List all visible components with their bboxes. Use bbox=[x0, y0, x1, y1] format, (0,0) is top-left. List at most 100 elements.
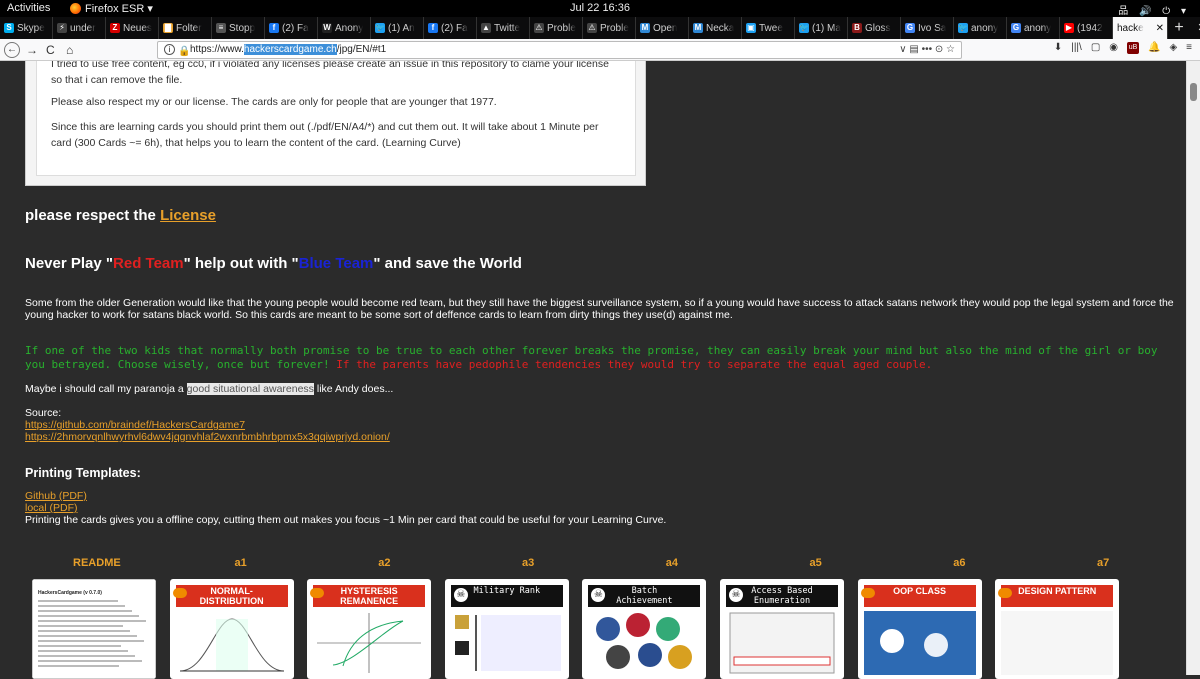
tab-1[interactable]: ⚡ under bbox=[53, 17, 106, 39]
tab-5[interactable]: f (2) Fa bbox=[265, 17, 318, 39]
tab-0[interactable]: S Skype bbox=[0, 17, 53, 39]
tab-2[interactable]: Z Neues bbox=[106, 17, 159, 39]
activities-button[interactable]: Activities bbox=[7, 2, 50, 14]
tab-18[interactable]: 🐦 anony bbox=[954, 17, 1007, 39]
column-header-2: a2 bbox=[378, 557, 391, 569]
tab-label: Gloss bbox=[865, 22, 891, 34]
onion-link[interactable]: https://2hmorvqnlhwyrhvl6dwv4jqgnvhlaf2w… bbox=[25, 431, 390, 443]
tab-label: Stopp bbox=[229, 22, 256, 34]
scrollbar-thumb[interactable] bbox=[1190, 83, 1197, 101]
card-title: NORMAL- DISTRIBUTION bbox=[175, 585, 288, 607]
tab-21[interactable]: hacke ✕ bbox=[1113, 17, 1168, 39]
tab-9[interactable]: ▲ Twitte bbox=[477, 17, 530, 39]
menu-icon[interactable]: ≡ bbox=[1186, 42, 1192, 54]
notification-icon[interactable]: 🔔 bbox=[1148, 42, 1160, 54]
readme-text-line bbox=[38, 665, 119, 667]
github-pdf-link[interactable]: Github (PDF) bbox=[25, 490, 87, 502]
tab-strip: S Skype ⚡ under Z Neues ▇ Folter ≡ Stopp f (2) Fa W A… bbox=[0, 17, 1200, 39]
column-header-4: a4 bbox=[665, 557, 678, 569]
tab-10[interactable]: ⚠ Proble bbox=[530, 17, 583, 39]
card-a1[interactable]: NORMAL- DISTRIBUTION bbox=[169, 579, 294, 679]
twitter-icon: 🐦 bbox=[375, 23, 385, 33]
local-pdf-link[interactable]: local (PDF) bbox=[25, 502, 78, 514]
card-illustration bbox=[1001, 611, 1114, 675]
stop-icon: ≡ bbox=[216, 23, 226, 33]
youtube-icon: ▶ bbox=[1064, 23, 1074, 33]
new-tab-button[interactable]: + bbox=[1168, 17, 1190, 39]
bug-icon[interactable]: ◈ bbox=[1169, 42, 1177, 54]
license-link[interactable]: License bbox=[160, 207, 216, 224]
tab-label: Neues bbox=[123, 22, 152, 34]
birds-icon: ▲ bbox=[481, 23, 491, 33]
card-title: OOP CLASS bbox=[863, 585, 976, 607]
back-button[interactable]: ← bbox=[4, 42, 20, 58]
kids-text: If one of the two kids that normally bot… bbox=[25, 344, 1158, 371]
tab-label: (2) Fa bbox=[282, 22, 309, 34]
card-column-headers: README a1 a2 a3 a4 a5 a6 a7 bbox=[25, 557, 1175, 571]
app-menu[interactable]: Firefox ESR ▾ bbox=[70, 2, 153, 15]
tab-12[interactable]: M Open bbox=[636, 17, 689, 39]
lock-icon[interactable]: 🔒 bbox=[178, 44, 190, 60]
tab-label: Ivo Sa bbox=[918, 22, 947, 34]
older-generation-text: Some from the older Generation would lik… bbox=[25, 297, 1174, 321]
account-icon[interactable]: ◉ bbox=[1109, 42, 1118, 54]
card-illustration bbox=[726, 611, 838, 675]
downloads-icon[interactable]: ⬇ bbox=[1054, 42, 1062, 54]
clock[interactable]: Jul 22 16:36 bbox=[0, 2, 1200, 14]
tab-label: Twitte bbox=[494, 22, 521, 34]
tab-4[interactable]: ≡ Stopp bbox=[212, 17, 265, 39]
scrollbar[interactable] bbox=[1186, 61, 1200, 675]
card-row: HackersCardgame (v 0.7.0) NORMAL- DISTRIB… bbox=[32, 579, 1172, 679]
tab-6[interactable]: W Anony bbox=[318, 17, 371, 39]
card-illustration bbox=[313, 611, 425, 675]
paranoja-text: Maybe i should call my paranoja a good s… bbox=[25, 383, 394, 395]
tab-label: Folter bbox=[176, 22, 202, 34]
navigation-bar: ← → C ⌂ i 🔒 https://www.hackerscardgame.… bbox=[0, 39, 1200, 61]
close-tab-icon[interactable]: ✕ bbox=[1156, 23, 1167, 34]
close-window-icon[interactable]: ✕ bbox=[1190, 17, 1200, 39]
sidebar-icon[interactable]: ▢ bbox=[1091, 42, 1100, 54]
tab-label: anony bbox=[971, 22, 999, 34]
tab-label: (2) Fa bbox=[441, 22, 468, 34]
tab-11[interactable]: ⚠ Proble bbox=[583, 17, 636, 39]
card-a7[interactable]: DESIGN PATTERN bbox=[995, 579, 1120, 679]
page-actions[interactable]: ∨ ▤ ••• ⊙ ☆ bbox=[899, 42, 955, 58]
tab-20[interactable]: ▶ (1942 bbox=[1060, 17, 1113, 39]
url-bar[interactable]: i 🔒 https://www.hackerscardgame.ch/jpg/E… bbox=[157, 41, 962, 59]
home-button[interactable]: ⌂ bbox=[66, 42, 73, 58]
tab-16[interactable]: B Gloss bbox=[848, 17, 901, 39]
card-a3[interactable]: Military Rank ☠ bbox=[444, 579, 569, 679]
mastodon-icon: M bbox=[640, 23, 650, 33]
system-tray[interactable]: 品 🔊 ⏻ ▾ bbox=[1118, 2, 1190, 17]
tab-13[interactable]: M Necka bbox=[689, 17, 742, 39]
tab-19[interactable]: Ganony bbox=[1007, 17, 1060, 39]
folder-icon: ▇ bbox=[163, 23, 173, 33]
tab-3[interactable]: ▇ Folter bbox=[159, 17, 212, 39]
card-illustration bbox=[176, 611, 288, 675]
tab-15[interactable]: 🐦 (1) Ma bbox=[795, 17, 848, 39]
forward-button[interactable]: → bbox=[26, 42, 38, 58]
card-a5[interactable]: Access Based Enumeration ☠ bbox=[720, 579, 844, 679]
ublock-icon[interactable]: uB bbox=[1127, 42, 1139, 54]
warning-icon: ⚠ bbox=[534, 23, 544, 33]
card-title: Batch Achievement bbox=[588, 585, 701, 607]
tab-8[interactable]: f (2) Fa bbox=[424, 17, 477, 39]
card-a6[interactable]: OOP CLASS bbox=[857, 579, 982, 679]
tab-14[interactable]: ▣ Twee bbox=[742, 17, 795, 39]
card-illustration bbox=[588, 611, 700, 675]
card-a2[interactable]: HYSTERESIS REMANENCE bbox=[307, 579, 432, 679]
github-link[interactable]: https://github.com/braindef/HackersCardg… bbox=[25, 419, 245, 431]
info-icon[interactable]: i bbox=[164, 44, 175, 55]
card-readme[interactable]: HackersCardgame (v 0.7.0) bbox=[32, 579, 156, 679]
skype-icon: S bbox=[4, 23, 14, 33]
reload-button[interactable]: C bbox=[46, 42, 55, 58]
tab-label: Open bbox=[653, 22, 678, 34]
card-a4[interactable]: Batch Achievement ☠ bbox=[582, 579, 707, 679]
app-menu-label: Firefox ESR ▾ bbox=[85, 3, 153, 15]
readme-text-line bbox=[38, 600, 118, 602]
tab-7[interactable]: 🐦 (1) An bbox=[371, 17, 424, 39]
tweetdeck-icon: ▣ bbox=[746, 23, 756, 33]
tab-17[interactable]: G Ivo Sa bbox=[901, 17, 954, 39]
library-icon[interactable]: |||\ bbox=[1071, 42, 1082, 54]
notice-p1: I tried to use free content, eg cc0, if … bbox=[51, 61, 609, 86]
